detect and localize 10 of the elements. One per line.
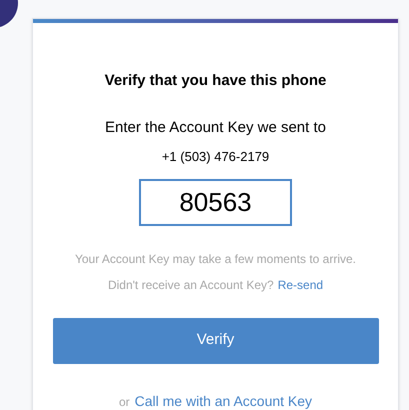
verify-button[interactable]: Verify <box>52 318 378 364</box>
phone-number: +1 (503) 476-2179 <box>162 148 270 166</box>
or-text: or <box>118 394 130 410</box>
resend-link[interactable]: Re-send <box>278 276 324 294</box>
title: Verify that you have this phone <box>104 71 326 91</box>
instruction-text: Enter the Account Key we sent to <box>105 118 326 138</box>
hint-text: Your Account Key may take a few moments to arrive. <box>74 250 356 268</box>
code-field[interactable]: 80563 <box>139 178 292 226</box>
call-me-link[interactable]: Call me with an Account Key <box>134 390 312 410</box>
resend-prompt: Didn't receive an Account Key? <box>108 276 274 294</box>
